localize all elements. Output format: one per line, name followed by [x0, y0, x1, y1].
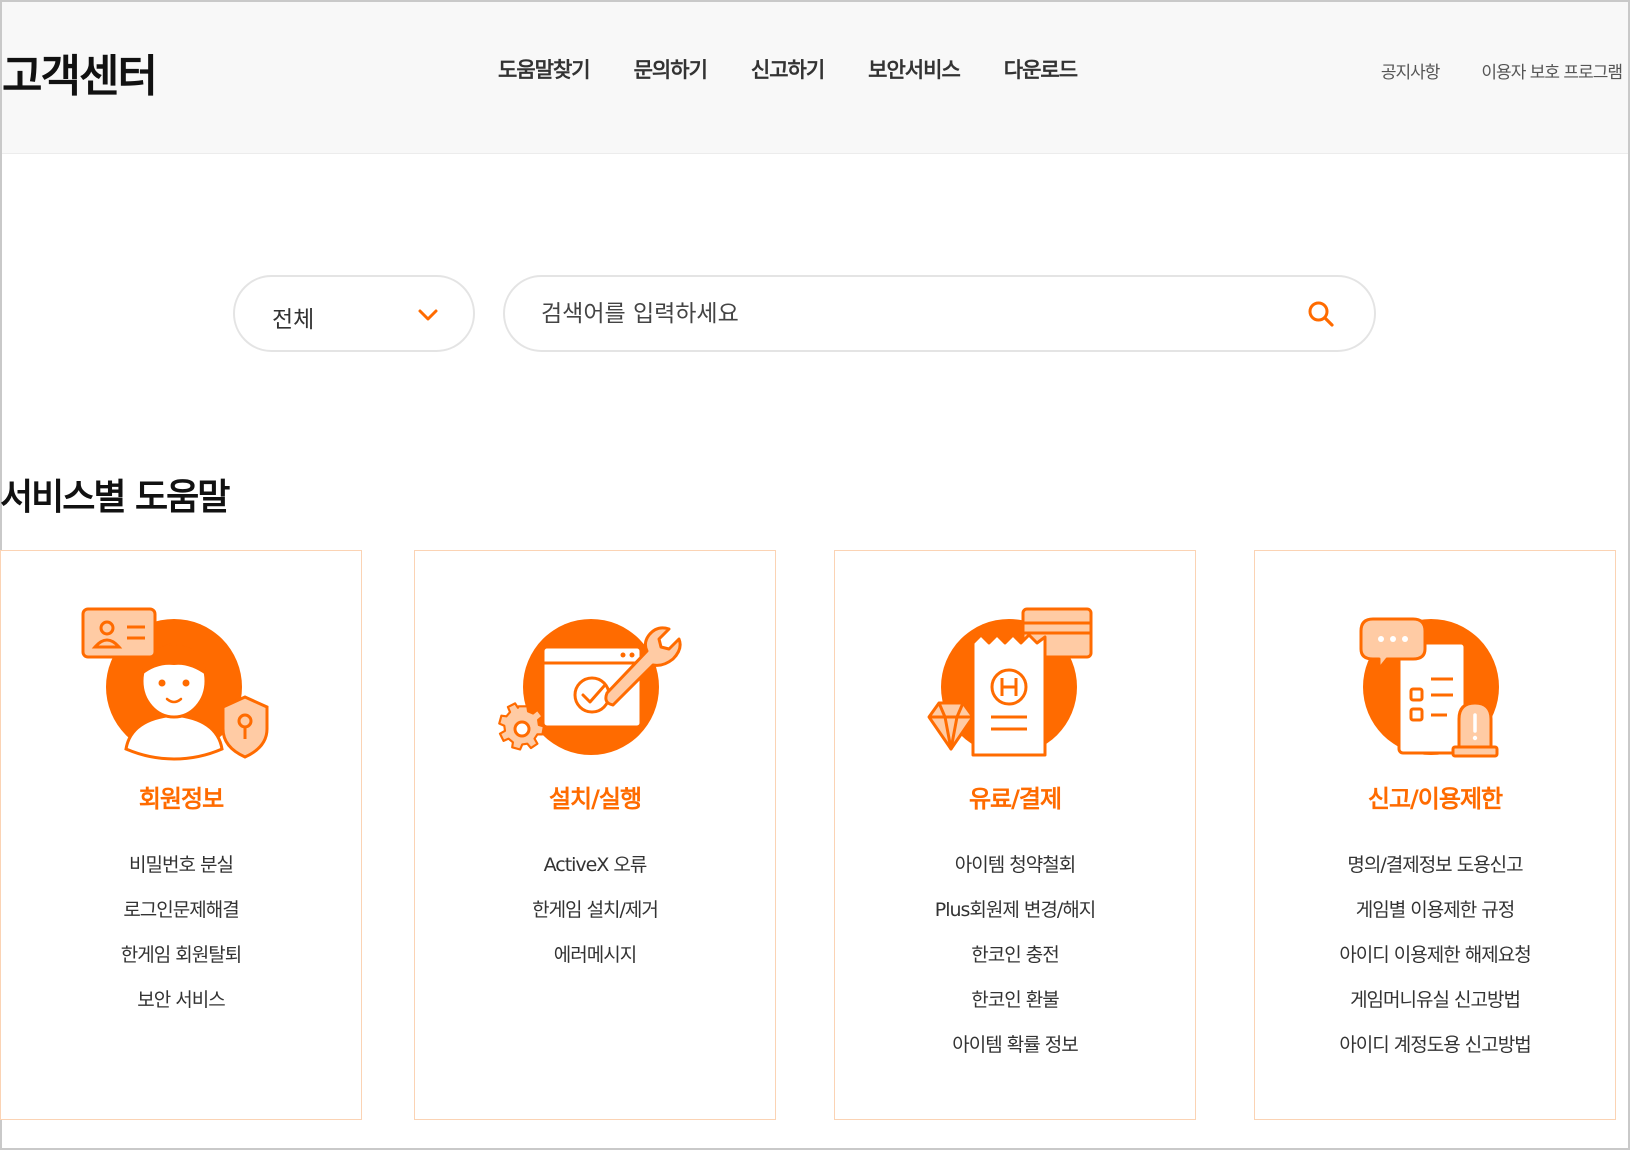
card-title[interactable]: 신고/이용제한	[1255, 779, 1615, 814]
util-nav: 공지사항 이용자 보호 프로그램	[1339, 58, 1623, 83]
card-link-list: 명의/결제정보 도용신고 게임별 이용제한 규정 아이디 이용제한 해제요청 게…	[1255, 853, 1615, 1078]
install-run-icon	[498, 619, 682, 755]
section-title: 서비스별 도움말	[0, 477, 230, 518]
header: 고객센터 도움말찾기 문의하기 신고하기 보안서비스 다운로드 공지사항 이용자…	[2, 2, 1628, 154]
card-link[interactable]: 보안 서비스	[1, 988, 361, 1033]
report-restriction-icon	[1359, 617, 1499, 758]
payment-icon	[927, 607, 1093, 757]
util-notice[interactable]: 공지사항	[1381, 58, 1441, 83]
service-card-report: 신고/이용제한 명의/결제정보 도용신고 게임별 이용제한 규정 아이디 이용제…	[1254, 550, 1616, 1120]
card-link[interactable]: 비밀번호 분실	[1, 853, 361, 898]
card-link[interactable]: 아이템 확률 정보	[835, 1033, 1195, 1078]
card-link[interactable]: 한코인 충전	[835, 943, 1195, 988]
util-user-protection[interactable]: 이용자 보호 프로그램	[1481, 58, 1623, 83]
search-icon[interactable]	[1306, 299, 1336, 329]
site-logo[interactable]: 고객센터	[2, 40, 158, 104]
card-link-list: 아이템 청약철회 Plus회원제 변경/해지 한코인 충전 한코인 환불 아이템…	[835, 853, 1195, 1078]
card-link[interactable]: 한게임 설치/제거	[415, 898, 775, 943]
category-select[interactable]: 전체	[233, 275, 475, 352]
card-link[interactable]: 아이디 이용제한 해제요청	[1255, 943, 1615, 988]
nav-report[interactable]: 신고하기	[751, 54, 825, 84]
service-card-payment: 유료/결제 아이템 청약철회 Plus회원제 변경/해지 한코인 충전 한코인 …	[834, 550, 1196, 1120]
card-link[interactable]: 한게임 회원탈퇴	[1, 943, 361, 988]
card-link[interactable]: 한코인 환불	[835, 988, 1195, 1033]
service-card-member: 회원정보 비밀번호 분실 로그인문제해결 한게임 회원탈퇴 보안 서비스	[0, 550, 362, 1120]
service-card-install: 설치/실행 ActiveX 오류 한게임 설치/제거 에러메시지	[414, 550, 776, 1120]
search-box	[503, 275, 1376, 352]
card-link[interactable]: 로그인문제해결	[1, 898, 361, 943]
nav-inquiry[interactable]: 문의하기	[634, 54, 708, 84]
card-link[interactable]: 아이템 청약철회	[835, 853, 1195, 898]
card-link-list: ActiveX 오류 한게임 설치/제거 에러메시지	[415, 853, 775, 988]
card-link[interactable]: 아이디 계정도용 신고방법	[1255, 1033, 1615, 1078]
nav-download[interactable]: 다운로드	[1004, 54, 1078, 84]
card-title[interactable]: 유료/결제	[835, 779, 1195, 814]
card-link[interactable]: 명의/결제정보 도용신고	[1255, 853, 1615, 898]
card-title[interactable]: 회원정보	[1, 779, 361, 814]
main-nav: 도움말찾기 문의하기 신고하기 보안서비스 다운로드	[498, 54, 1121, 84]
search-input[interactable]	[541, 295, 1281, 333]
member-info-icon	[81, 607, 269, 761]
card-link[interactable]: Plus회원제 변경/해지	[835, 898, 1195, 943]
nav-help-search[interactable]: 도움말찾기	[498, 54, 591, 84]
card-link[interactable]: ActiveX 오류	[415, 853, 775, 898]
nav-security[interactable]: 보안서비스	[868, 54, 961, 84]
chevron-down-icon	[418, 309, 438, 321]
card-link-list: 비밀번호 분실 로그인문제해결 한게임 회원탈퇴 보안 서비스	[1, 853, 361, 1033]
card-link[interactable]: 게임머니유실 신고방법	[1255, 988, 1615, 1033]
category-select-value: 전체	[272, 307, 315, 333]
card-title[interactable]: 설치/실행	[415, 779, 775, 814]
card-link[interactable]: 게임별 이용제한 규정	[1255, 898, 1615, 943]
card-link[interactable]: 에러메시지	[415, 943, 775, 988]
